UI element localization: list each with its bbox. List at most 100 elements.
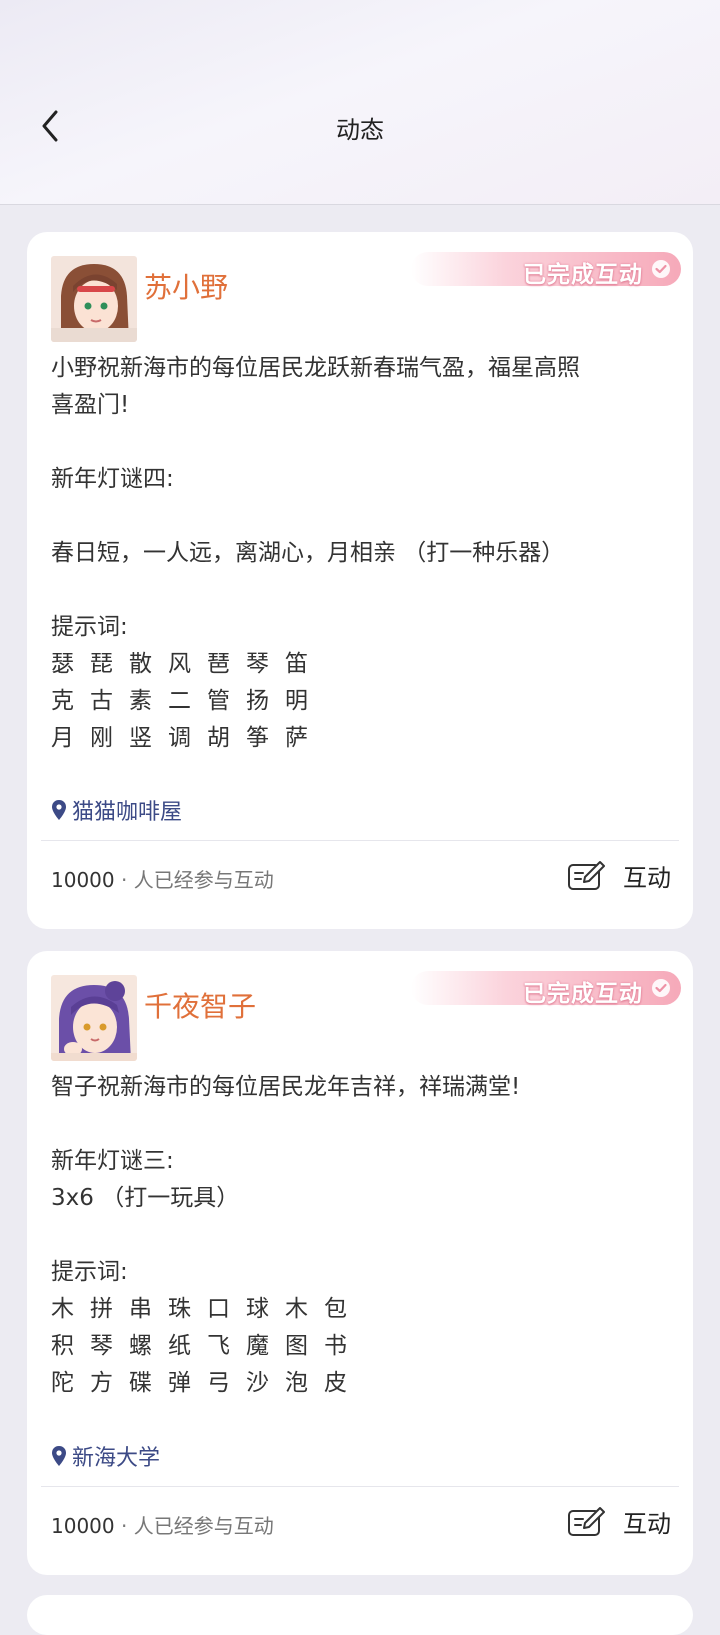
completed-badge: 已完成互动 xyxy=(411,971,681,1007)
location-tag[interactable]: 新海大学 xyxy=(51,1441,160,1471)
hint-char: 弓 xyxy=(207,1370,230,1396)
edit-note-icon xyxy=(568,860,605,890)
map-pin-icon xyxy=(52,1446,66,1466)
body-line: 提示词: xyxy=(51,614,128,640)
body-line xyxy=(51,1106,671,1143)
avatar[interactable] xyxy=(51,256,137,342)
body-line: 3x6 （打一玩具） xyxy=(51,1185,240,1211)
count-value: 10000 xyxy=(51,1514,115,1538)
hint-row: 陀方碟弹弓沙泡皮 xyxy=(51,1365,671,1402)
body-line: 喜盈门! xyxy=(51,392,130,418)
hint-char: 笛 xyxy=(285,651,308,677)
hint-char: 图 xyxy=(285,1333,308,1359)
count-suffix: · 人已经参与互动 xyxy=(120,1514,274,1538)
hint-char: 木 xyxy=(51,1296,74,1322)
hint-char: 扬 xyxy=(246,688,269,714)
hint-char: 琴 xyxy=(90,1333,113,1359)
hint-char: 螺 xyxy=(129,1333,152,1359)
post-card[interactable]: 千夜智子 已完成互动 智子祝新海市的每位居民龙年吉祥，祥瑞满堂! 新年灯谜三: … xyxy=(27,951,693,1575)
check-circle-icon xyxy=(652,979,670,997)
location-tag[interactable]: 猫猫咖啡屋 xyxy=(51,795,182,825)
hint-char: 竖 xyxy=(129,725,152,751)
hint-char: 沙 xyxy=(246,1370,269,1396)
hint-char: 琴 xyxy=(246,651,269,677)
post-body: 小野祝新海市的每位居民龙跃新春瑞气盈，福星高照 喜盈门! 新年灯谜四: 春日短，… xyxy=(51,350,671,757)
avatar-image xyxy=(51,975,137,1061)
author-name[interactable]: 千夜智子 xyxy=(144,985,256,1025)
location-label: 新海大学 xyxy=(72,1446,161,1471)
hint-char: 古 xyxy=(90,688,113,714)
hint-char: 纸 xyxy=(168,1333,191,1359)
hint-char: 串 xyxy=(129,1296,152,1322)
avatar[interactable] xyxy=(51,975,137,1061)
hint-char: 调 xyxy=(168,725,191,751)
count-value: 10000 xyxy=(51,868,115,892)
hint-char: 积 xyxy=(51,1333,74,1359)
hint-char: 珠 xyxy=(168,1296,191,1322)
hint-char: 口 xyxy=(207,1296,230,1322)
hint-char: 弹 xyxy=(168,1370,191,1396)
body-line: 新年灯谜四: xyxy=(51,466,174,492)
hint-char: 散 xyxy=(129,651,152,677)
hint-char: 萨 xyxy=(285,725,308,751)
hint-char: 瑟 xyxy=(51,651,74,677)
hint-char: 木 xyxy=(285,1296,308,1322)
divider xyxy=(41,840,679,841)
hint-char: 碟 xyxy=(129,1370,152,1396)
hint-char: 皮 xyxy=(324,1370,347,1396)
interact-button[interactable]: 互动 xyxy=(567,1504,671,1539)
body-line: 提示词: xyxy=(51,1259,128,1285)
hint-row: 积琴螺纸飞魔图书 xyxy=(51,1328,671,1365)
badge-label: 已完成互动 xyxy=(523,261,643,288)
hint-char: 胡 xyxy=(207,725,230,751)
hint-char: 方 xyxy=(90,1370,113,1396)
hint-char: 飞 xyxy=(207,1333,230,1359)
hint-char: 陀 xyxy=(51,1370,74,1396)
hint-row: 克古素二管扬明 xyxy=(51,683,671,720)
post-card[interactable]: 苏小野 已完成互动 小野祝新海市的每位居民龙跃新春瑞气盈，福星高照 喜盈门! 新… xyxy=(27,232,693,929)
hint-char: 琵 xyxy=(90,651,113,677)
hint-char: 泡 xyxy=(285,1370,308,1396)
hint-char: 书 xyxy=(324,1333,347,1359)
body-line: 智子祝新海市的每位居民龙年吉祥，祥瑞满堂! xyxy=(51,1074,521,1100)
count-suffix: · 人已经参与互动 xyxy=(120,868,274,892)
hint-char: 二 xyxy=(168,688,191,714)
body-line xyxy=(51,424,671,461)
hint-row: 木拼串珠口球木包 xyxy=(51,1291,671,1328)
hint-char: 拼 xyxy=(90,1296,113,1322)
hint-char: 素 xyxy=(129,688,152,714)
hint-char: 月 xyxy=(51,725,74,751)
body-line xyxy=(51,498,671,535)
participant-count: 10000 · 人已经参与互动 xyxy=(51,1510,274,1539)
body-line: 新年灯谜三: xyxy=(51,1148,174,1174)
hint-char: 球 xyxy=(246,1296,269,1322)
hint-char: 魔 xyxy=(246,1333,269,1359)
avatar-image xyxy=(51,256,137,342)
hint-char: 管 xyxy=(207,688,230,714)
divider xyxy=(41,1486,679,1487)
edit-note-icon xyxy=(568,1506,605,1536)
body-line: 春日短，一人远，离湖心，月相亲 （打一种乐器） xyxy=(51,540,565,566)
hint-char: 筝 xyxy=(246,725,269,751)
top-bar: 动态 xyxy=(0,0,720,205)
hint-row: 月刚竖调胡筝萨 xyxy=(51,720,671,757)
author-name[interactable]: 苏小野 xyxy=(144,266,228,306)
body-line xyxy=(51,572,671,609)
hint-char: 风 xyxy=(168,651,191,677)
hint-char: 琶 xyxy=(207,651,230,677)
hint-row: 瑟琵散风琶琴笛 xyxy=(51,646,671,683)
body-line xyxy=(51,1217,671,1254)
badge-label: 已完成互动 xyxy=(523,980,643,1007)
hint-char: 刚 xyxy=(90,725,113,751)
hint-char: 明 xyxy=(285,688,308,714)
participant-count: 10000 · 人已经参与互动 xyxy=(51,864,274,893)
location-label: 猫猫咖啡屋 xyxy=(72,800,183,825)
post-body: 智子祝新海市的每位居民龙年吉祥，祥瑞满堂! 新年灯谜三: 3x6 （打一玩具） … xyxy=(51,1069,671,1402)
interact-button[interactable]: 互动 xyxy=(567,858,671,893)
interact-label: 互动 xyxy=(623,1510,671,1538)
hint-char: 克 xyxy=(51,688,74,714)
page-title: 动态 xyxy=(336,116,384,144)
hint-char: 包 xyxy=(324,1296,347,1322)
post-card[interactable] xyxy=(27,1595,693,1635)
completed-badge: 已完成互动 xyxy=(411,252,681,288)
